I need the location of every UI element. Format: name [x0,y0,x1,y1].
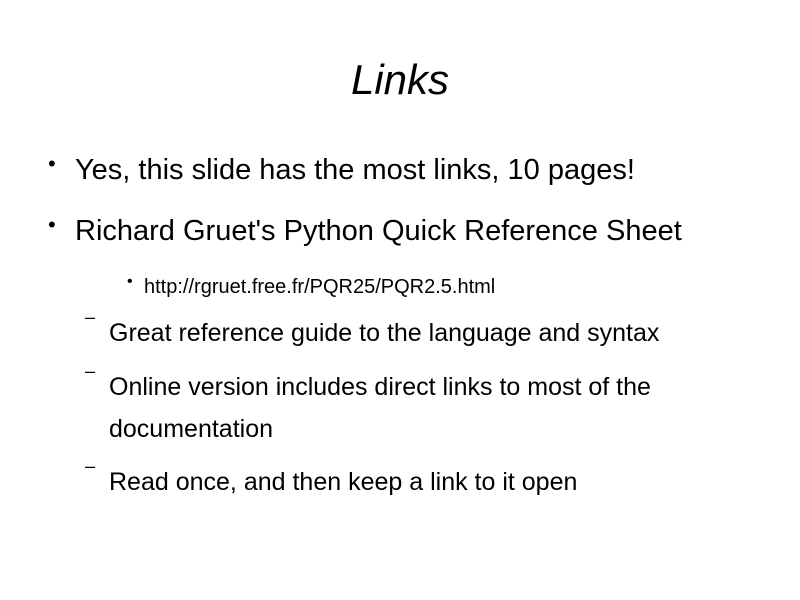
bullet-item: • Yes, this slide has the most links, 10… [48,153,788,189]
dash-icon: – [85,361,96,381]
dash-text: Read once, and then keep a link to it op… [109,468,578,496]
slide: Links • Yes, this slide has the most lin… [0,0,800,600]
dash-text: Great reference guide to the language an… [109,319,660,347]
dash-text: Online version includes direct links to … [109,373,651,443]
bullet-text: Yes, this slide has the most links, 10 p… [75,154,635,186]
dash-item: – Read once, and then keep a link to it … [85,457,765,503]
sub-bullet-item: • http://rgruet.free.fr/PQR25/PQR2.5.htm… [127,273,727,301]
bullet-icon: • [127,273,133,290]
link-url[interactable]: http://rgruet.free.fr/PQR25/PQR2.5.html [144,275,495,299]
dash-icon: – [85,456,96,476]
bullet-icon: • [48,212,56,237]
bullet-text: Richard Gruet's Python Quick Reference S… [75,215,682,247]
bullet-icon: • [48,151,56,176]
dash-icon: – [85,307,96,327]
dash-item: – Online version includes direct links t… [85,362,765,450]
dash-item: – Great reference guide to the language … [85,308,765,354]
slide-title: Links [350,56,450,103]
bullet-item: • Richard Gruet's Python Quick Reference… [48,214,788,250]
